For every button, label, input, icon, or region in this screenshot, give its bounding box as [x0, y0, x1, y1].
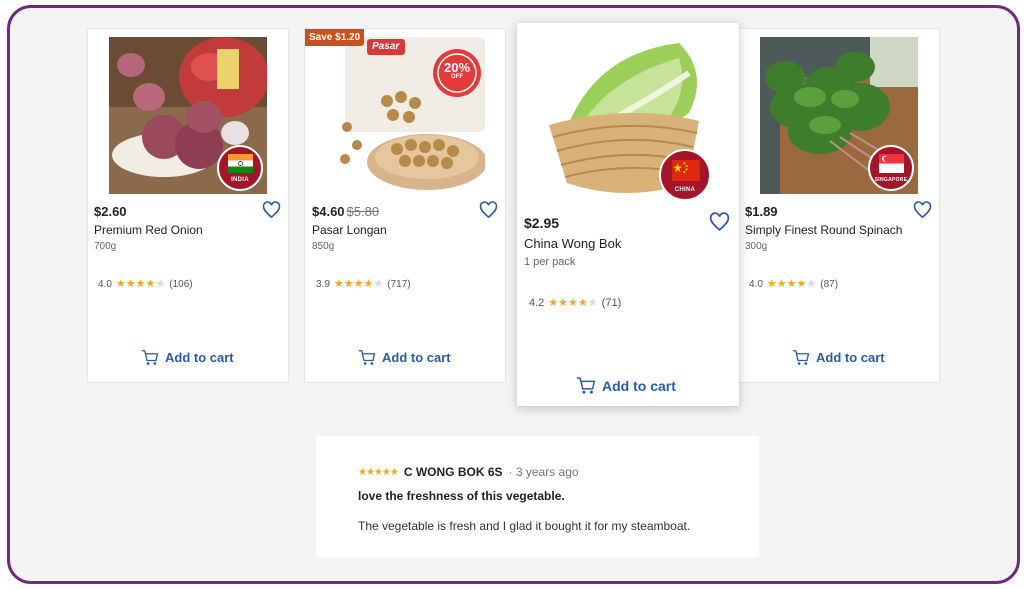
- product-image-round-spinach[interactable]: SINGAPORE: [760, 37, 918, 194]
- product-card-china-wong-bok[interactable]: CHINA $2.95 China Wong Bok 1 per pack 4.…: [517, 23, 739, 406]
- add-to-cart-button[interactable]: Add to cart: [576, 376, 676, 395]
- product-image-china-wong-bok[interactable]: CHINA: [539, 33, 715, 203]
- cart-icon: [358, 350, 376, 365]
- rating-value: 4.2: [529, 297, 545, 309]
- singapore-flag-icon: [879, 154, 904, 173]
- product-name[interactable]: Simply Finest Round Spinach: [745, 223, 902, 237]
- save-tag: Save $1.20: [305, 29, 365, 46]
- customer-review: ★★★★★ C WONG BOK 6S · 3 years ago love t…: [316, 436, 759, 557]
- review-count: (106): [169, 279, 193, 290]
- product-size: 1 per pack: [524, 256, 576, 268]
- star-rating-icons: ★ ★ ★ ★ ★: [548, 296, 598, 309]
- product-name[interactable]: Pasar Longan: [312, 223, 387, 237]
- review-author: C WONG BOK 6S: [403, 465, 503, 479]
- product-image-red-onion[interactable]: INDIA: [109, 37, 267, 194]
- review-body: The vegetable is fresh and I glad it bou…: [358, 519, 691, 533]
- original-price: $5.80: [346, 204, 380, 219]
- review-time: · 3 years ago: [508, 465, 579, 479]
- product-size: 850g: [312, 241, 335, 252]
- add-to-cart-label: Add to cart: [816, 350, 885, 365]
- cart-icon: [792, 350, 810, 365]
- product-card-pasar-longan[interactable]: Save $1.20 Pasar 20% OFF $4.60 $5.80 Pas…: [304, 28, 506, 383]
- wishlist-heart-icon[interactable]: [913, 201, 932, 219]
- rating-value: 4.0: [98, 279, 112, 290]
- wishlist-heart-icon[interactable]: [479, 201, 498, 219]
- add-to-cart-button[interactable]: Add to cart: [358, 349, 451, 366]
- review-count: (717): [387, 279, 411, 290]
- current-price: $2.60: [94, 204, 127, 219]
- review-star-icons: ★★★★★: [358, 466, 399, 478]
- star-rating-icons: ★ ★ ★ ★ ★: [333, 278, 384, 290]
- product-name[interactable]: China Wong Bok: [524, 236, 621, 251]
- rating-value: 4.0: [749, 279, 763, 290]
- rating: 3.9 ★ ★ ★ ★ ★ (717): [316, 278, 411, 291]
- add-to-cart-label: Add to cart: [382, 350, 451, 365]
- product-card-red-onion[interactable]: INDIA $2.60 Premium Red Onion 700g 4.0 ★…: [87, 28, 289, 383]
- package-brand: Pasar: [372, 41, 400, 52]
- add-to-cart-button[interactable]: Add to cart: [141, 349, 234, 366]
- product-size: 700g: [94, 241, 117, 252]
- review-count: (71): [601, 297, 622, 309]
- add-to-cart-label: Add to cart: [602, 377, 676, 394]
- origin-badge-india: INDIA: [217, 145, 263, 191]
- rating: 4.0 ★ ★ ★ ★ ★ (106): [98, 278, 193, 291]
- cart-icon: [141, 350, 159, 365]
- current-price: $4.60: [312, 204, 345, 219]
- product-size: 300g: [745, 241, 768, 252]
- product-image-pasar-longan[interactable]: Pasar 20% OFF: [327, 37, 485, 194]
- rating-value: 3.9: [316, 279, 330, 290]
- wishlist-heart-icon[interactable]: [262, 201, 281, 219]
- wishlist-heart-icon[interactable]: [709, 212, 730, 232]
- price: $2.95: [524, 215, 559, 231]
- current-price: $1.89: [745, 204, 778, 219]
- origin-badge-china: CHINA: [659, 149, 711, 201]
- china-flag-icon: [672, 160, 700, 181]
- star-rating-icons: ★ ★ ★ ★ ★: [115, 278, 166, 290]
- rating: 4.0 ★ ★ ★ ★ ★ (87): [749, 278, 839, 291]
- rating: 4.2 ★ ★ ★ ★ ★ (71): [529, 297, 621, 309]
- india-flag-icon: [228, 154, 253, 173]
- current-price: $2.95: [524, 215, 560, 231]
- price: $4.60 $5.80: [312, 204, 379, 219]
- price: $1.89: [745, 204, 778, 219]
- price: $2.60: [94, 204, 127, 219]
- add-to-cart-button[interactable]: Add to cart: [792, 349, 885, 366]
- review-count: (87): [820, 279, 839, 290]
- product-name[interactable]: Premium Red Onion: [94, 223, 203, 237]
- cart-icon: [576, 377, 596, 394]
- product-panel: INDIA $2.60 Premium Red Onion 700g 4.0 ★…: [7, 5, 1020, 584]
- origin-badge-singapore: SINGAPORE: [868, 145, 914, 191]
- package-discount: 20% OFF: [443, 60, 471, 80]
- review-title: love the freshness of this vegetable.: [358, 489, 565, 503]
- product-card-round-spinach[interactable]: SINGAPORE $1.89 Simply Finest Round Spin…: [738, 28, 940, 383]
- review-header: ★★★★★ C WONG BOK 6S · 3 years ago: [358, 465, 579, 479]
- add-to-cart-label: Add to cart: [165, 350, 234, 365]
- star-rating-icons: ★ ★ ★ ★ ★: [766, 278, 817, 290]
